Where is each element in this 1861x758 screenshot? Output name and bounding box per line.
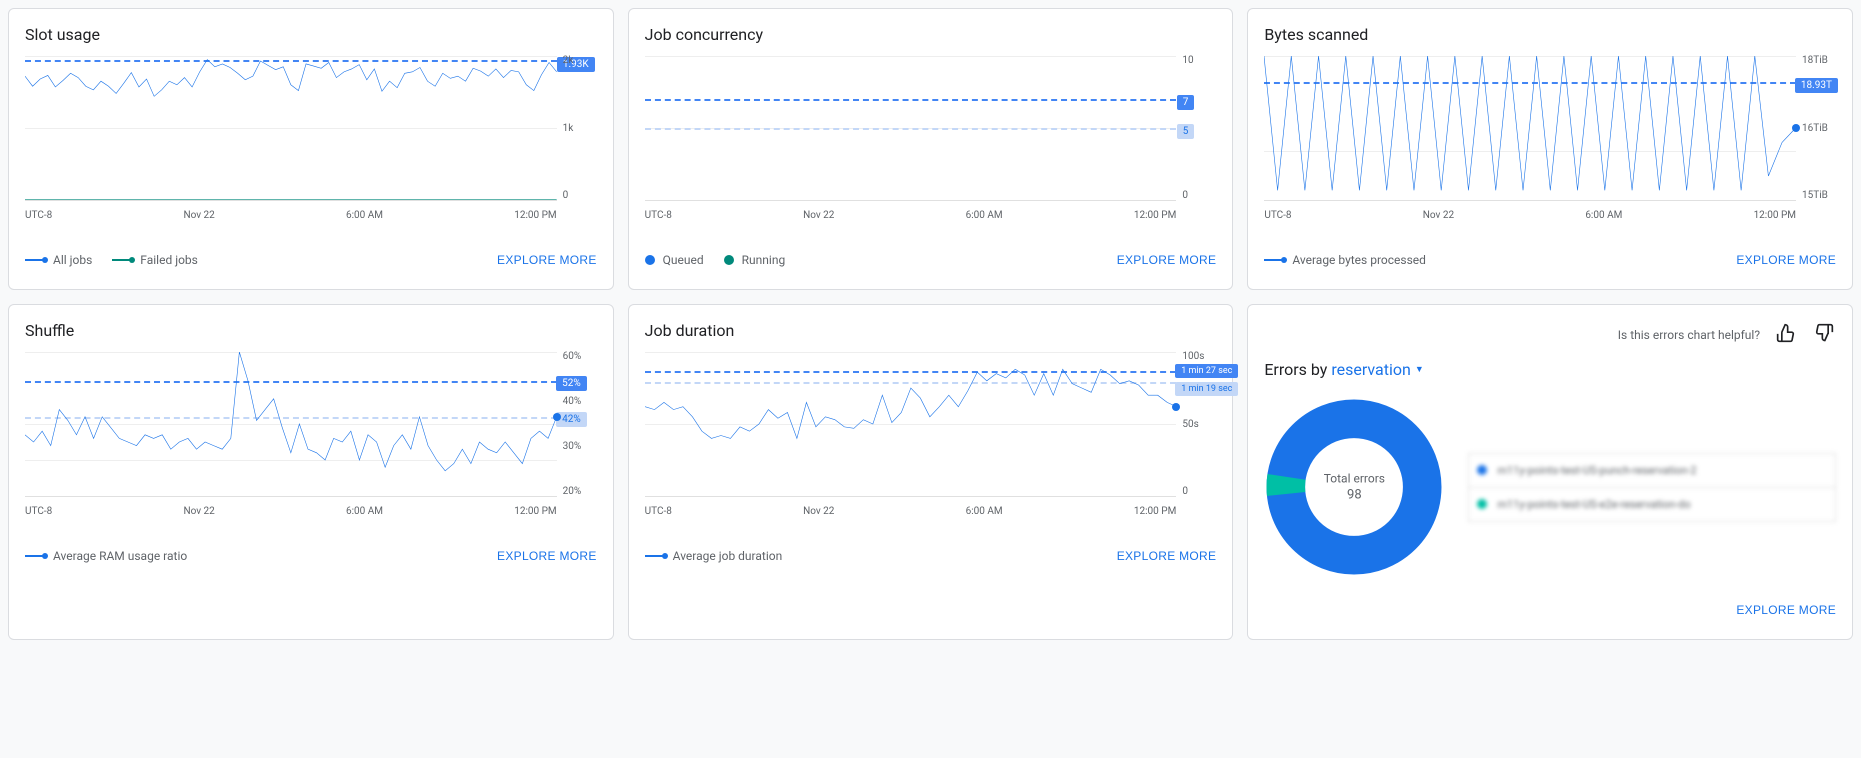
card-title: Bytes scanned (1264, 25, 1836, 44)
x-tick: 12:00 PM (1134, 506, 1176, 517)
x-tick: UTC-8 (645, 506, 672, 517)
x-tick: UTC-8 (25, 210, 52, 221)
y-tick: 0 (1182, 191, 1216, 201)
x-tick: 12:00 PM (1134, 210, 1176, 221)
y-tick: 10 (1182, 56, 1216, 66)
x-tick: Nov 22 (803, 210, 834, 221)
x-tick: 6:00 AM (346, 210, 383, 221)
card-title: Job concurrency (645, 25, 1217, 44)
card-errors: Is this errors chart helpful? Errors by … (1247, 304, 1853, 640)
x-tick: UTC-8 (645, 210, 672, 221)
thumbs-up-icon (1776, 323, 1796, 343)
y-tick: 20% (563, 487, 597, 497)
legend-label: Average RAM usage ratio (53, 549, 187, 563)
chart-bytes-scanned: 18.93T 18TiB 16TiB 15TiB UTC-8 Nov 22 6:… (1264, 56, 1836, 221)
y-tick: 1k (563, 124, 597, 134)
x-tick: 6:00 AM (346, 506, 383, 517)
legend-label: Running (742, 253, 786, 267)
explore-more-button[interactable]: EXPLORE MORE (1117, 543, 1217, 569)
explore-more-button[interactable]: EXPLORE MORE (1736, 597, 1836, 623)
y-tick: 30% (563, 442, 597, 452)
x-tick: Nov 22 (803, 506, 834, 517)
explore-more-button[interactable]: EXPLORE MORE (1736, 247, 1836, 273)
errors-donut-chart: Total errors 98 (1264, 397, 1444, 577)
thumbs-down-button[interactable] (1812, 321, 1836, 348)
chart-slot-usage: 1.93K 2k 1k 0 UTC-8 Nov 22 6:00 AM 12:00… (25, 56, 597, 221)
x-tick: UTC-8 (25, 506, 52, 517)
legend-label: Failed jobs (140, 253, 198, 267)
x-tick: 6:00 AM (1585, 210, 1622, 221)
x-tick: Nov 22 (183, 210, 214, 221)
explore-more-button[interactable]: EXPLORE MORE (497, 543, 597, 569)
legend-row: All jobs Failed jobs EXPLORE MORE (25, 247, 597, 273)
x-tick: 6:00 AM (966, 210, 1003, 221)
helpful-text: Is this errors chart helpful? (1618, 328, 1760, 342)
thumbs-down-icon (1814, 323, 1834, 343)
donut-center-value: 98 (1324, 488, 1385, 503)
legend-label: m11y-points-test-US-punch-reservation-2 (1497, 464, 1696, 477)
y-tick: 60% (563, 352, 597, 362)
y-tick: 50s (1182, 420, 1216, 430)
legend-label: All jobs (53, 253, 92, 267)
chart-shuffle: 52% 42% 60% 40% 30% 20% UTC-8 Nov 22 6:0… (25, 352, 597, 517)
legend-label: Average bytes processed (1292, 253, 1426, 267)
card-job-concurrency: Job concurrency 7 5 10 . 0 UTC-8 Nov 22 … (628, 8, 1234, 290)
card-title: Job duration (645, 321, 1217, 340)
y-tick: 18TiB (1802, 56, 1836, 66)
y-tick: 2k (563, 56, 597, 66)
y-tick: 16TiB (1802, 124, 1836, 134)
x-tick: Nov 22 (1423, 210, 1454, 221)
card-title: Slot usage (25, 25, 597, 44)
x-tick: 12:00 PM (514, 506, 556, 517)
card-shuffle: Shuffle 52% 42% 60% 40% 30% 20% (8, 304, 614, 640)
helpful-row: Is this errors chart helpful? (1264, 321, 1836, 360)
dashboard-grid: Slot usage 1.93K 2k 1k 0 UTC-8 Nov 22 (8, 8, 1853, 640)
y-tick: 0 (563, 191, 597, 201)
donut-center-label: Total errors (1324, 472, 1385, 486)
x-tick: Nov 22 (183, 506, 214, 517)
y-tick: 15TiB (1802, 191, 1836, 201)
card-bytes-scanned: Bytes scanned 18.93T 18TiB 16TiB 15TiB U… (1247, 8, 1853, 290)
card-job-duration: Job duration 1 min 27 sec 1 min 19 sec 1… (628, 304, 1234, 640)
explore-more-button[interactable]: EXPLORE MORE (1117, 247, 1217, 273)
x-tick: UTC-8 (1264, 210, 1291, 221)
chart-job-concurrency: 7 5 10 . 0 UTC-8 Nov 22 6:00 AM 12:00 PM (645, 56, 1217, 221)
explore-more-button[interactable]: EXPLORE MORE (497, 247, 597, 273)
y-tick: 100s (1182, 352, 1216, 362)
card-slot-usage: Slot usage 1.93K 2k 1k 0 UTC-8 Nov 22 (8, 8, 614, 290)
errors-legend: m11y-points-test-US-punch-reservation-2 … (1468, 453, 1836, 522)
chart-job-duration: 1 min 27 sec 1 min 19 sec 100s 50s 0 UTC… (645, 352, 1217, 517)
legend-label: Average job duration (673, 549, 783, 563)
legend-label: m11y-points-test-US-e2e-reservation-do (1497, 498, 1690, 511)
thumbs-up-button[interactable] (1774, 321, 1798, 348)
errors-groupby-dropdown[interactable]: reservation (1331, 360, 1423, 379)
x-tick: 6:00 AM (966, 506, 1003, 517)
card-title: Errors by reservation (1264, 360, 1836, 379)
legend-label: Queued (663, 253, 704, 267)
y-tick: 0 (1182, 487, 1216, 497)
card-title: Shuffle (25, 321, 597, 340)
y-tick: 40% (563, 397, 597, 407)
x-tick: 12:00 PM (514, 210, 556, 221)
x-tick: 12:00 PM (1754, 210, 1796, 221)
